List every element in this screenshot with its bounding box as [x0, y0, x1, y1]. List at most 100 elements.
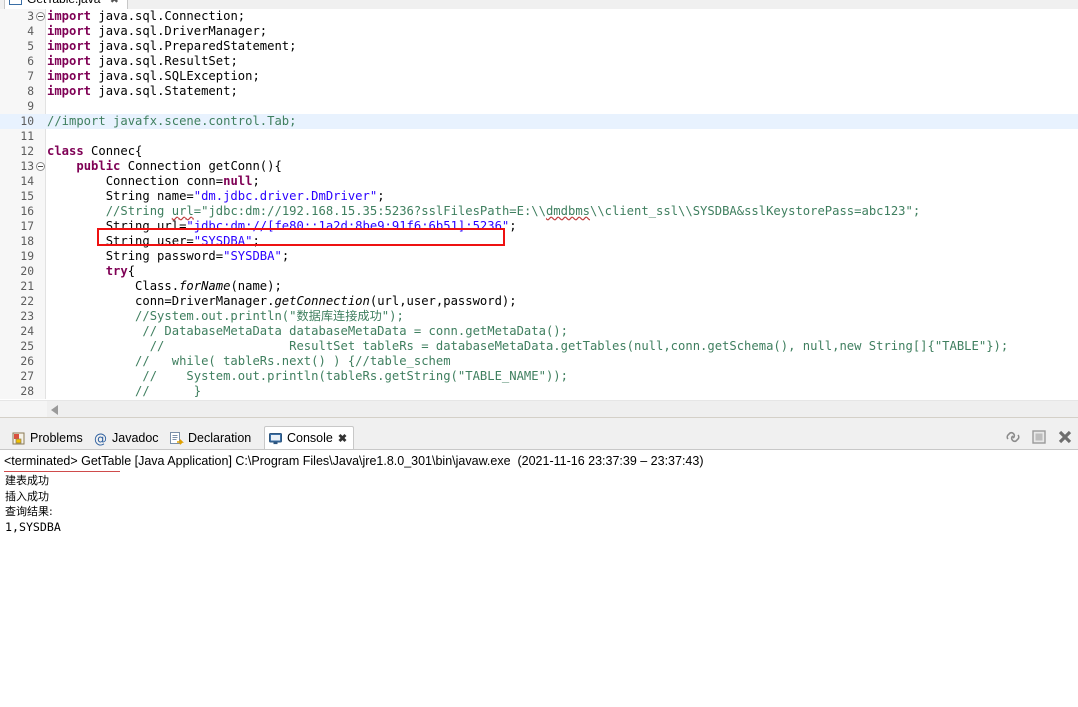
code-text: //System.out.println("数据库连接成功"); — [47, 309, 404, 323]
line-number: 28 — [20, 385, 34, 398]
console-icon — [268, 431, 283, 446]
line-number: 8 — [27, 85, 34, 98]
editor-horizontal-scrollbar[interactable] — [0, 400, 1078, 417]
code-text: // ResultSet tableRs = databaseMetaData.… — [47, 339, 1009, 353]
code-line[interactable]: 26 // while( tableRs.next() ) {//table_s… — [0, 354, 1078, 369]
line-number: 26 — [20, 355, 34, 368]
tab-label: Declaration — [188, 431, 252, 445]
eclipse-ide-window: GetTable.java ✖ 3 import java.sql.Connect… — [0, 0, 1078, 707]
code-line[interactable]: 13 public Connection getConn(){ — [0, 159, 1078, 174]
code-line[interactable]: 16 //String url="jdbc:dm://192.168.15.35… — [0, 204, 1078, 219]
code-line[interactable]: 3 import java.sql.Connection; — [0, 9, 1078, 24]
code-line[interactable]: 23 //System.out.println("数据库连接成功"); — [0, 309, 1078, 324]
line-number: 21 — [20, 280, 34, 293]
stop-terminate-icon[interactable] — [1030, 428, 1048, 446]
code-lines[interactable]: 3 import java.sql.Connection; 4 import java… — [0, 9, 1078, 399]
bottom-view-panel: Problems @ Javadoc Declaration Console ✖ — [0, 419, 1078, 707]
code-line[interactable]: 24 // DatabaseMetaData databaseMetaData … — [0, 324, 1078, 339]
line-number: 7 — [27, 70, 34, 83]
line-number: 12 — [20, 145, 34, 158]
scroll-left-icon[interactable] — [51, 405, 58, 415]
line-number: 11 — [20, 130, 34, 143]
code-line[interactable]: 14 Connection conn=null; — [0, 174, 1078, 189]
console-output-line: 建表成功 — [5, 474, 49, 487]
code-editor[interactable]: 3 import java.sql.Connection; 4 import java… — [0, 9, 1078, 418]
fold-collapse-icon[interactable] — [36, 162, 45, 171]
code-text: Class.forName(name); — [47, 279, 282, 293]
tab-javadoc[interactable]: @ Javadoc — [90, 426, 165, 450]
console-output-line: 1,SYSDBA — [5, 519, 61, 534]
code-text: import java.sql.Statement; — [47, 84, 238, 98]
code-line[interactable]: 20 try{ — [0, 264, 1078, 279]
code-text: // } — [47, 384, 202, 398]
tab-label: Problems — [30, 431, 83, 445]
code-text: // System.out.println(tableRs.getString(… — [47, 369, 568, 383]
editor-tab-gettable-java[interactable]: GetTable.java ✖ — [4, 0, 128, 9]
java-file-icon — [9, 0, 22, 5]
code-text: String url="jdbc:dm://[fe80::1a2d:8be9:9… — [47, 219, 517, 233]
code-text: import java.sql.PreparedStatement; — [47, 39, 297, 53]
code-text: import java.sql.DriverManager; — [47, 24, 268, 38]
code-line[interactable]: 11 — [0, 129, 1078, 144]
line-number: 14 — [20, 175, 34, 188]
fold-collapse-icon[interactable] — [36, 12, 45, 21]
line-number: 23 — [20, 310, 34, 323]
close-icon[interactable]: ✖ — [338, 433, 347, 445]
code-line[interactable]: 15 String name="dm.jdbc.driver.DmDriver"… — [0, 189, 1078, 204]
code-line[interactable]: 9 — [0, 99, 1078, 114]
code-line[interactable]: 8 import java.sql.Statement; — [0, 84, 1078, 99]
problems-icon — [11, 430, 26, 445]
code-line[interactable]: 25 // ResultSet tableRs = databaseMetaDa… — [0, 339, 1078, 354]
code-text: import java.sql.SQLException; — [47, 69, 260, 83]
code-line[interactable]: 22 conn=DriverManager.getConnection(url,… — [0, 294, 1078, 309]
line-number: 25 — [20, 340, 34, 353]
code-line[interactable]: 18 String user="SYSDBA"; — [0, 234, 1078, 249]
code-line[interactable]: 27 // System.out.println(tableRs.getStri… — [0, 369, 1078, 384]
line-number: 3 — [27, 10, 34, 23]
line-number: 20 — [20, 265, 34, 278]
code-line[interactable]: 21 Class.forName(name); — [0, 279, 1078, 294]
editor-tab-strip: GetTable.java ✖ — [0, 0, 1078, 9]
svg-text:@: @ — [94, 432, 107, 446]
code-line[interactable]: 19 String password="SYSDBA"; — [0, 249, 1078, 264]
pin-console-icon[interactable] — [1004, 428, 1022, 446]
code-line[interactable]: 4 import java.sql.DriverManager; — [0, 24, 1078, 39]
line-number: 5 — [27, 40, 34, 53]
code-text: String password="SYSDBA"; — [47, 249, 290, 263]
code-viewport[interactable]: 3 import java.sql.Connection; 4 import java… — [0, 9, 1078, 399]
code-text: // DatabaseMetaData databaseMetaData = c… — [47, 324, 568, 338]
line-number: 15 — [20, 190, 34, 203]
line-number: 6 — [27, 55, 34, 68]
close-icon[interactable]: ✖ — [110, 0, 119, 6]
code-text: public Connection getConn(){ — [76, 159, 282, 173]
code-line[interactable]: 7 import java.sql.SQLException; — [0, 69, 1078, 84]
editor-tab-label: GetTable.java — [27, 0, 100, 6]
line-number: 18 — [20, 235, 34, 248]
line-number: 17 — [20, 220, 34, 233]
view-tab-bar[interactable]: Problems @ Javadoc Declaration Console ✖ — [0, 426, 1078, 450]
tab-console[interactable]: Console ✖ — [264, 426, 355, 450]
close-view-icon[interactable] — [1056, 428, 1074, 446]
code-line[interactable]: 12 class Connec{ — [0, 144, 1078, 159]
tab-declaration[interactable]: Declaration — [166, 426, 257, 450]
line-number: 24 — [20, 325, 34, 338]
console-output-area[interactable]: <terminated> GetTable [Java Application]… — [0, 450, 1078, 707]
console-output-text: 建表成功 插入成功 查询结果: 1,SYSDBA — [5, 473, 61, 535]
code-line[interactable]: 10 //import javafx.scene.control.Tab; — [0, 114, 1078, 129]
code-line[interactable]: 6 import java.sql.ResultSet; — [0, 54, 1078, 69]
declaration-icon — [169, 430, 184, 445]
code-text: //String url="jdbc:dm://192.168.15.35:52… — [47, 204, 921, 218]
code-text: import java.sql.Connection; — [47, 9, 246, 23]
javadoc-icon: @ — [93, 430, 108, 447]
line-number: 9 — [27, 100, 34, 113]
code-line[interactable]: 28 // } — [0, 384, 1078, 399]
line-number: 13 — [20, 160, 34, 173]
code-line[interactable]: 5 import java.sql.PreparedStatement; — [0, 39, 1078, 54]
code-text: try{ — [105, 264, 136, 278]
console-launch-info: <terminated> GetTable [Java Application]… — [4, 454, 704, 468]
tab-problems[interactable]: Problems — [8, 426, 89, 450]
code-line[interactable]: 17 String url="jdbc:dm://[fe80::1a2d:8be… — [0, 219, 1078, 234]
line-number: 27 — [20, 370, 34, 383]
line-number: 10 — [20, 115, 34, 128]
code-text: conn=DriverManager.getConnection(url,use… — [47, 294, 517, 308]
